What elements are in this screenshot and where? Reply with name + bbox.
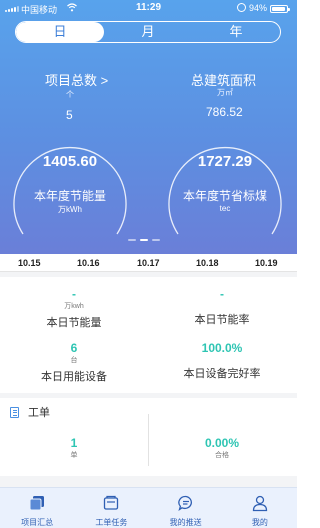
tab-work-task[interactable]: 工单任务 bbox=[74, 488, 148, 528]
work-order-pass-rate-label: 合格 bbox=[215, 452, 229, 459]
tab-label: 工单任务 bbox=[95, 518, 128, 527]
daily-device-health: 100.0% 本日设备完好率 bbox=[148, 341, 296, 381]
project-total-link[interactable]: 项目总数 > bbox=[45, 70, 108, 89]
energy-saving-unit: 万kWh bbox=[58, 205, 82, 214]
building-area-unit: 万㎡ bbox=[217, 88, 233, 97]
daily-devices-label: 本日用能设备 bbox=[41, 371, 107, 383]
work-order-count-label: 单 bbox=[70, 452, 78, 459]
tab-month[interactable]: 月 bbox=[104, 22, 192, 42]
page-dot bbox=[152, 239, 160, 241]
work-order-count-value: 1 bbox=[70, 436, 78, 450]
tab-mine[interactable]: 我的 bbox=[223, 488, 297, 528]
daily-saving-rate-value: - bbox=[220, 287, 224, 301]
tab-year[interactable]: 年 bbox=[192, 22, 280, 42]
tab-label: 我的推送 bbox=[169, 518, 202, 527]
date-item[interactable]: 10.19 bbox=[255, 258, 278, 268]
work-order-count: 1 单 bbox=[0, 436, 148, 460]
tab-project-summary[interactable]: 项目汇总 bbox=[0, 488, 74, 528]
daily-device-health-label: 本日设备完好率 bbox=[183, 368, 261, 380]
daily-devices-unit: 台 bbox=[70, 357, 78, 364]
chat-icon bbox=[177, 495, 192, 512]
daily-energy-saving: - 万kwh 本日节能量 bbox=[0, 287, 148, 330]
daily-devices: 6 台 本日用能设备 bbox=[0, 341, 148, 384]
tab-my-push[interactable]: 我的推送 bbox=[149, 488, 223, 528]
page-dot-active bbox=[140, 239, 148, 241]
daily-saving-rate: - 本日节能率 bbox=[148, 287, 296, 327]
energy-saving-value: 1405.60 bbox=[42, 153, 98, 170]
daily-energy-saving-label: 本日节能量 bbox=[46, 317, 102, 329]
page-dot bbox=[128, 239, 136, 241]
tab-label: 项目汇总 bbox=[21, 518, 54, 527]
app-screen: 中国移动 11:29 94% 日 月 年 项目总数 > 个 5 总建筑面积 万㎡… bbox=[0, 0, 297, 528]
battery-fill bbox=[272, 7, 286, 11]
battery-icon bbox=[270, 5, 290, 13]
daily-device-health-value: 100.0% bbox=[201, 341, 243, 355]
energy-saving-ring[interactable]: 1405.60 本年度节能量 万kWh bbox=[9, 130, 131, 252]
date-item[interactable]: 10.16 bbox=[77, 258, 100, 268]
user-icon bbox=[252, 495, 268, 512]
coal-saving-value: 1727.29 bbox=[197, 153, 253, 170]
work-order-header: 工单 bbox=[10, 405, 50, 419]
daily-metrics-panel: - 万kwh 本日节能量 - 本日节能率 6 台 本日用能设备 100.0% 本… bbox=[0, 277, 297, 393]
work-order-title: 工单 bbox=[28, 407, 50, 419]
building-area-value: 786.52 bbox=[206, 105, 243, 119]
status-bar: 中国移动 11:29 94% bbox=[0, 0, 297, 18]
page-indicator bbox=[128, 239, 160, 241]
tab-label: 我的 bbox=[251, 518, 268, 527]
work-order-card[interactable]: 工单 1 单 0.00% 合格 bbox=[0, 398, 297, 476]
document-icon bbox=[10, 406, 19, 418]
work-order-pass-rate: 0.00% 合格 bbox=[148, 436, 296, 460]
summary-icon bbox=[29, 496, 45, 511]
date-item[interactable]: 10.15 bbox=[18, 258, 41, 268]
bottom-tab-bar: 项目汇总 工单任务 我的推送 我的 bbox=[0, 487, 297, 528]
period-segmented-control: 日 月 年 bbox=[15, 21, 281, 43]
date-item[interactable]: 10.17 bbox=[137, 258, 160, 268]
daily-devices-value: 6 bbox=[70, 341, 78, 355]
task-icon bbox=[104, 495, 119, 510]
coal-saving-label: 本年度节省标煤 bbox=[182, 189, 267, 203]
work-order-pass-rate-value: 0.00% bbox=[204, 436, 240, 450]
coal-saving-ring[interactable]: 1727.29 本年度节省标煤 tec bbox=[164, 130, 286, 252]
project-total-value: 5 bbox=[66, 108, 73, 122]
project-total-unit: 个 bbox=[66, 90, 74, 99]
energy-saving-label: 本年度节能量 bbox=[33, 189, 106, 203]
tab-day[interactable]: 日 bbox=[16, 22, 104, 42]
date-item[interactable]: 10.18 bbox=[196, 258, 219, 268]
daily-energy-saving-value: - bbox=[72, 287, 76, 301]
battery-percent: 94% bbox=[249, 3, 268, 13]
daily-saving-rate-label: 本日节能率 bbox=[194, 314, 250, 326]
alarm-icon bbox=[237, 3, 246, 12]
coal-saving-unit: tec bbox=[219, 204, 231, 213]
date-strip: 10.15 10.16 10.17 10.18 10.19 bbox=[0, 254, 297, 272]
daily-energy-saving-unit: 万kwh bbox=[64, 303, 84, 310]
